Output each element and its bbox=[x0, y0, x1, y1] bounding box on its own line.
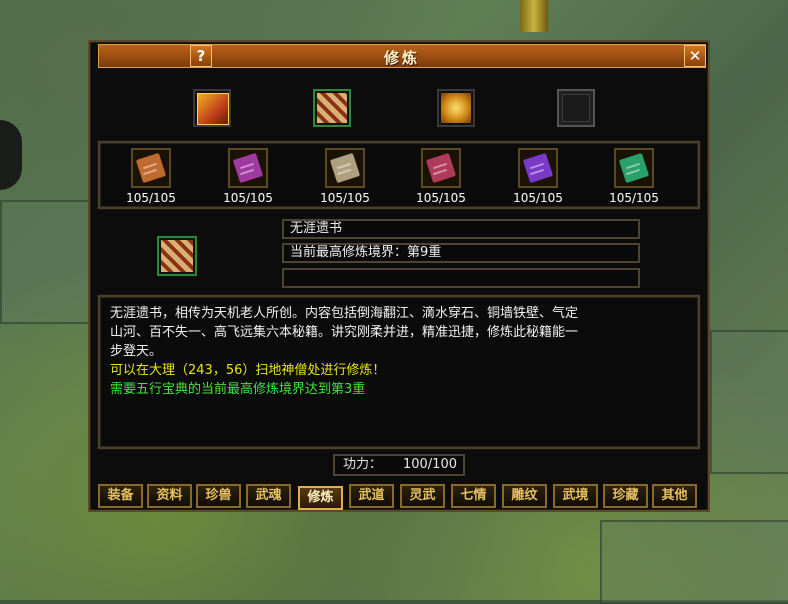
book-slot-2[interactable] bbox=[228, 148, 268, 188]
manual-book-icon bbox=[618, 152, 650, 184]
book-slot-6[interactable] bbox=[614, 148, 654, 188]
rock-decoration bbox=[0, 120, 22, 190]
manual-book-icon bbox=[329, 152, 361, 184]
skill-slot-4-empty[interactable] bbox=[557, 89, 595, 127]
tab-martial-realm[interactable]: 武境 bbox=[553, 484, 598, 508]
tab-martial-soul[interactable]: 武魂 bbox=[246, 484, 291, 508]
tab-info[interactable]: 资料 bbox=[147, 484, 192, 508]
manual-book-icon bbox=[232, 152, 264, 184]
book-count: 105/105 bbox=[609, 191, 659, 205]
tab-bar: 装备 资料 珍兽 武魂 修炼 武道 灵武 七情 雕纹 武境 珍藏 其他 bbox=[98, 484, 698, 510]
stone-tile bbox=[0, 200, 94, 324]
tab-pets[interactable]: 珍兽 bbox=[196, 484, 241, 508]
description-line: 步登天。 bbox=[110, 344, 163, 359]
tab-equipment[interactable]: 装备 bbox=[98, 484, 143, 508]
stone-tile bbox=[600, 520, 788, 604]
stone-tile bbox=[710, 330, 788, 474]
tab-seven-emotions[interactable]: 七情 bbox=[451, 484, 496, 508]
skill-slot-2[interactable] bbox=[313, 89, 351, 127]
requirement-text: 需要五行宝典的当前最高修炼境界达到第3重 bbox=[110, 382, 366, 397]
description-text: 无涯遗书，相传为天机老人所创。内容包括倒海翻江、滴水穿石、铜墙铁壁、气定 山河、… bbox=[104, 300, 688, 442]
tab-martial-way[interactable]: 武道 bbox=[349, 484, 394, 508]
selected-item-extra bbox=[282, 268, 640, 288]
book-slot-1[interactable] bbox=[131, 148, 171, 188]
red-book-icon bbox=[197, 93, 229, 125]
tab-cultivation[interactable]: 修炼 bbox=[298, 486, 343, 510]
book-slot-4[interactable] bbox=[421, 148, 461, 188]
scroll-bundle-icon bbox=[317, 93, 347, 123]
book-slot-3[interactable] bbox=[325, 148, 365, 188]
book-slot-5[interactable] bbox=[518, 148, 558, 188]
tab-spirit-weapon[interactable]: 灵武 bbox=[400, 484, 445, 508]
book-count: 105/105 bbox=[126, 191, 176, 205]
manual-book-icon bbox=[425, 152, 457, 184]
pillar-decoration bbox=[520, 0, 548, 32]
help-button[interactable]: ? bbox=[190, 45, 212, 67]
description-line: 无涯遗书，相传为天机老人所创。内容包括倒海翻江、滴水穿石、铜墙铁壁、气定 bbox=[110, 306, 579, 321]
scroll-bundle-icon bbox=[161, 240, 193, 272]
skill-slot-1[interactable] bbox=[193, 89, 231, 127]
tab-engraving[interactable]: 雕纹 bbox=[502, 484, 547, 508]
tab-collection[interactable]: 珍藏 bbox=[603, 484, 648, 508]
power-label: 功力： bbox=[343, 457, 383, 472]
book-count: 105/105 bbox=[416, 191, 466, 205]
selected-item-realm: 当前最高修炼境界：第9重 bbox=[282, 243, 640, 263]
location-hint: 可以在大理（243，56）扫地神僧处进行修炼！ bbox=[110, 363, 386, 378]
selected-item-slot[interactable] bbox=[157, 236, 197, 276]
manual-book-icon bbox=[135, 152, 167, 184]
book-count: 105/105 bbox=[223, 191, 273, 205]
power-value: 100/100 bbox=[402, 457, 457, 472]
manual-book-icon bbox=[522, 152, 554, 184]
book-count: 105/105 bbox=[320, 191, 370, 205]
description-line: 山河、百不失一、高飞远集六本秘籍。讲究刚柔并进，精准迅捷，修炼此秘籍能一 bbox=[110, 325, 579, 340]
power-display: 功力： 100/100 bbox=[333, 454, 465, 476]
skill-slot-3[interactable] bbox=[437, 89, 475, 127]
selected-item-name: 无涯遗书 bbox=[282, 219, 640, 239]
tab-other[interactable]: 其他 bbox=[652, 484, 697, 508]
book-count: 105/105 bbox=[513, 191, 563, 205]
golden-book-icon bbox=[441, 93, 471, 123]
close-button[interactable]: ✕ bbox=[684, 45, 706, 67]
